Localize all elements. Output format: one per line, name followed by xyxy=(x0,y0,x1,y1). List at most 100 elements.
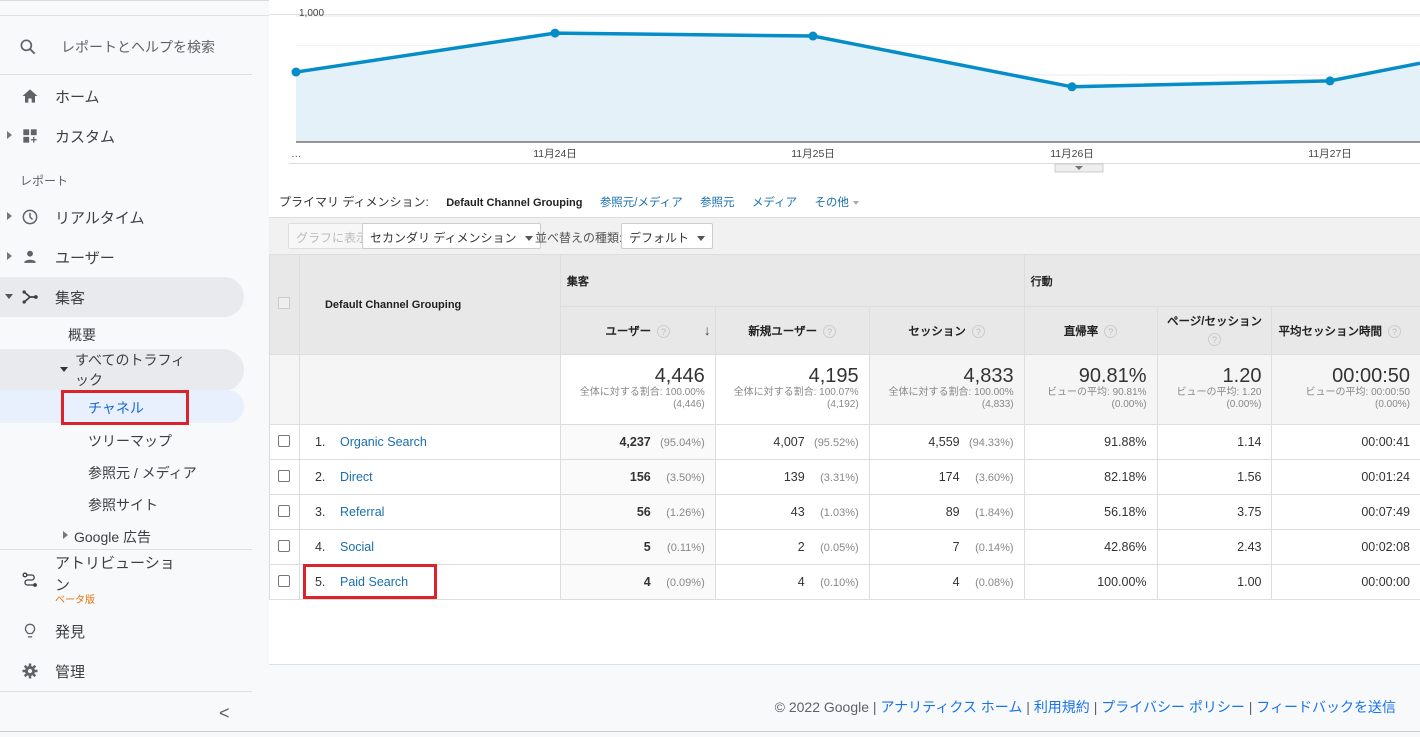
new-users-value: 43 xyxy=(790,505,805,519)
help-icon[interactable]: ? xyxy=(823,324,837,338)
table-toolbar: グラフに表示 セカンダリ ディメンション 並べ替えの種類: デフォルト xyxy=(269,217,1420,254)
select-all-checkbox[interactable] xyxy=(278,297,291,309)
column-header-users[interactable]: ユーザー? ↓ xyxy=(559,306,716,355)
sessions-value: 89 xyxy=(945,505,960,519)
channel-link[interactable]: Organic Search xyxy=(340,435,427,449)
avg-session-duration-cell: 00:01:24 xyxy=(1271,459,1420,495)
sidebar-item-acquisition[interactable]: 集客 xyxy=(0,277,244,317)
new-users-cell: 4,007 (95.52%) xyxy=(714,424,870,460)
avg-session-duration-cell: 00:02:08 xyxy=(1271,529,1420,565)
footer-link-analytics-home[interactable]: アナリティクス ホーム xyxy=(880,699,1022,715)
channel-cell: 1. Organic Search xyxy=(298,424,561,460)
new-users-value: 4,007 xyxy=(773,435,805,449)
dimension-header[interactable]: Default Channel Grouping xyxy=(298,254,561,355)
sidebar-item-attribution[interactable]: アトリビューショ ン xyxy=(0,550,244,606)
help-icon[interactable]: ? xyxy=(1104,324,1118,338)
search-reports[interactable]: レポートとヘルプを検索 xyxy=(0,27,252,75)
footer-link-privacy[interactable]: プライバシー ポリシー xyxy=(1101,699,1245,715)
bounce-rate-cell: 91.88% xyxy=(1023,424,1158,460)
dimension-link-other[interactable]: その他 xyxy=(814,197,859,209)
separator: | xyxy=(869,699,881,715)
data-point xyxy=(1067,82,1077,92)
sidebar-item-google-ads[interactable]: Google 広告 xyxy=(60,526,240,546)
new-users-value: 2 xyxy=(797,540,805,554)
column-label: 新規ユーザー xyxy=(748,325,818,338)
sessions-pct: (1.84%) xyxy=(975,507,1014,519)
column-header-bounce-rate[interactable]: 直帰率? xyxy=(1023,306,1158,355)
total-sub: (0.00%) xyxy=(1111,399,1147,410)
sort-type-label: 並べ替えの種類: xyxy=(535,231,623,245)
separator: | xyxy=(1244,699,1257,715)
sidebar-item-realtime[interactable]: リアルタイム xyxy=(0,197,244,237)
attribution-icon xyxy=(22,572,37,587)
footer-link-feedback[interactable]: フィードバックを送信 xyxy=(1256,699,1396,715)
row-checkbox[interactable] xyxy=(278,504,291,517)
footer-text: © 2022 Google | アナリティクス ホーム | 利用規約 | プライ… xyxy=(775,697,1396,717)
sort-type-dropdown[interactable]: デフォルト xyxy=(621,223,714,249)
dimension-link-source-medium[interactable]: 参照元/メディア xyxy=(600,197,683,209)
expand-arrow-icon[interactable] xyxy=(7,131,12,139)
pages-per-session-cell: 3.75 xyxy=(1156,494,1273,530)
channel-link[interactable]: Social xyxy=(340,540,374,554)
expand-arrow-icon[interactable] xyxy=(7,212,12,220)
sidebar-item-referrals[interactable]: 参照サイト xyxy=(88,495,158,515)
total-value: 4,833 xyxy=(963,365,1014,387)
column-header-avg-session-duration[interactable]: 平均セッション時間? xyxy=(1271,306,1420,355)
separator: | xyxy=(1089,699,1102,715)
row-rank: 3. xyxy=(314,505,326,519)
column-header-sessions[interactable]: セッション? xyxy=(868,306,1025,355)
sessions-value: 4 xyxy=(952,575,960,589)
sidebar-item-source-medium[interactable]: 参照元 / メディア xyxy=(88,463,197,483)
total-bounce-rate: 90.81% ビューの平均: 90.81% (0.00%) xyxy=(1023,354,1158,425)
x-tick-label: 11月27日 xyxy=(1308,148,1352,160)
column-header-new-users[interactable]: 新規ユーザー? xyxy=(714,306,870,355)
help-icon[interactable]: ? xyxy=(657,324,671,338)
collapse-arrow-icon[interactable] xyxy=(5,294,13,299)
row-checkbox[interactable] xyxy=(278,539,291,552)
bounce-rate-cell: 56.18% xyxy=(1023,494,1158,530)
row-checkbox[interactable] xyxy=(278,434,291,447)
data-point xyxy=(808,31,818,41)
new-users-pct: (95.52%) xyxy=(814,437,859,449)
collapse-sidebar-button[interactable]: < xyxy=(219,703,230,724)
sidebar: レポートとヘルプを検索 ホーム カスタム レポート リアルタイム ユーザー 集客… xyxy=(0,0,269,737)
total-sub: (4,833) xyxy=(981,399,1014,410)
sidebar-item-treemap[interactable]: ツリーマップ xyxy=(88,431,172,451)
chart-svg: 1,000500…11月24日11月25日11月26日11月27日 xyxy=(269,8,1420,173)
sidebar-item-discover[interactable]: 発見 xyxy=(0,611,244,651)
users-pct: (95.04%) xyxy=(660,437,705,449)
sidebar-item-admin[interactable]: 管理 xyxy=(0,651,244,691)
total-value: 90.81% xyxy=(1078,365,1147,387)
users-pct: (0.09%) xyxy=(666,577,705,589)
row-select-cell xyxy=(269,564,300,600)
footer-link-terms[interactable]: 利用規約 xyxy=(1034,699,1090,715)
sessions-pct: (94.33%) xyxy=(968,437,1014,449)
channel-link[interactable]: Direct xyxy=(340,470,373,484)
expand-arrow-icon[interactable] xyxy=(63,531,68,539)
sidebar-item-home[interactable]: ホーム xyxy=(0,76,244,116)
sidebar-item-all-traffic[interactable]: すべてのトラフィ ック xyxy=(0,349,244,391)
dimension-link-source[interactable]: 参照元 xyxy=(700,197,735,209)
collapse-arrow-icon[interactable] xyxy=(60,367,68,372)
sidebar-item-users[interactable]: ユーザー xyxy=(0,237,244,277)
help-icon[interactable]: ? xyxy=(1387,324,1401,338)
sidebar-item-custom[interactable]: カスタム xyxy=(0,116,244,156)
new-users-pct: (0.10%) xyxy=(820,577,859,589)
separator: | xyxy=(1022,699,1034,715)
column-label: ページ/セッション xyxy=(1167,315,1262,328)
expand-arrow-icon[interactable] xyxy=(7,252,12,260)
sidebar-item-overview[interactable]: 概要 xyxy=(68,325,96,345)
dimension-link-medium[interactable]: メディア xyxy=(752,197,797,209)
row-checkbox[interactable] xyxy=(278,469,291,482)
help-icon[interactable]: ? xyxy=(971,324,985,338)
channel-link[interactable]: Referral xyxy=(340,505,384,519)
sidebar-item-label: ホーム xyxy=(55,89,100,106)
help-icon[interactable]: ? xyxy=(1208,332,1222,346)
row-checkbox[interactable] xyxy=(278,574,291,587)
new-users-value: 4 xyxy=(797,575,805,589)
new-users-cell: 139 (3.31%) xyxy=(714,459,870,495)
sessions-cell: 4 (0.08%) xyxy=(868,564,1025,600)
column-label: ユーザー xyxy=(605,325,652,338)
secondary-dimension-dropdown[interactable]: セカンダリ ディメンション xyxy=(362,223,541,249)
column-header-pages-per-session[interactable]: ページ/セッション? xyxy=(1156,306,1273,355)
